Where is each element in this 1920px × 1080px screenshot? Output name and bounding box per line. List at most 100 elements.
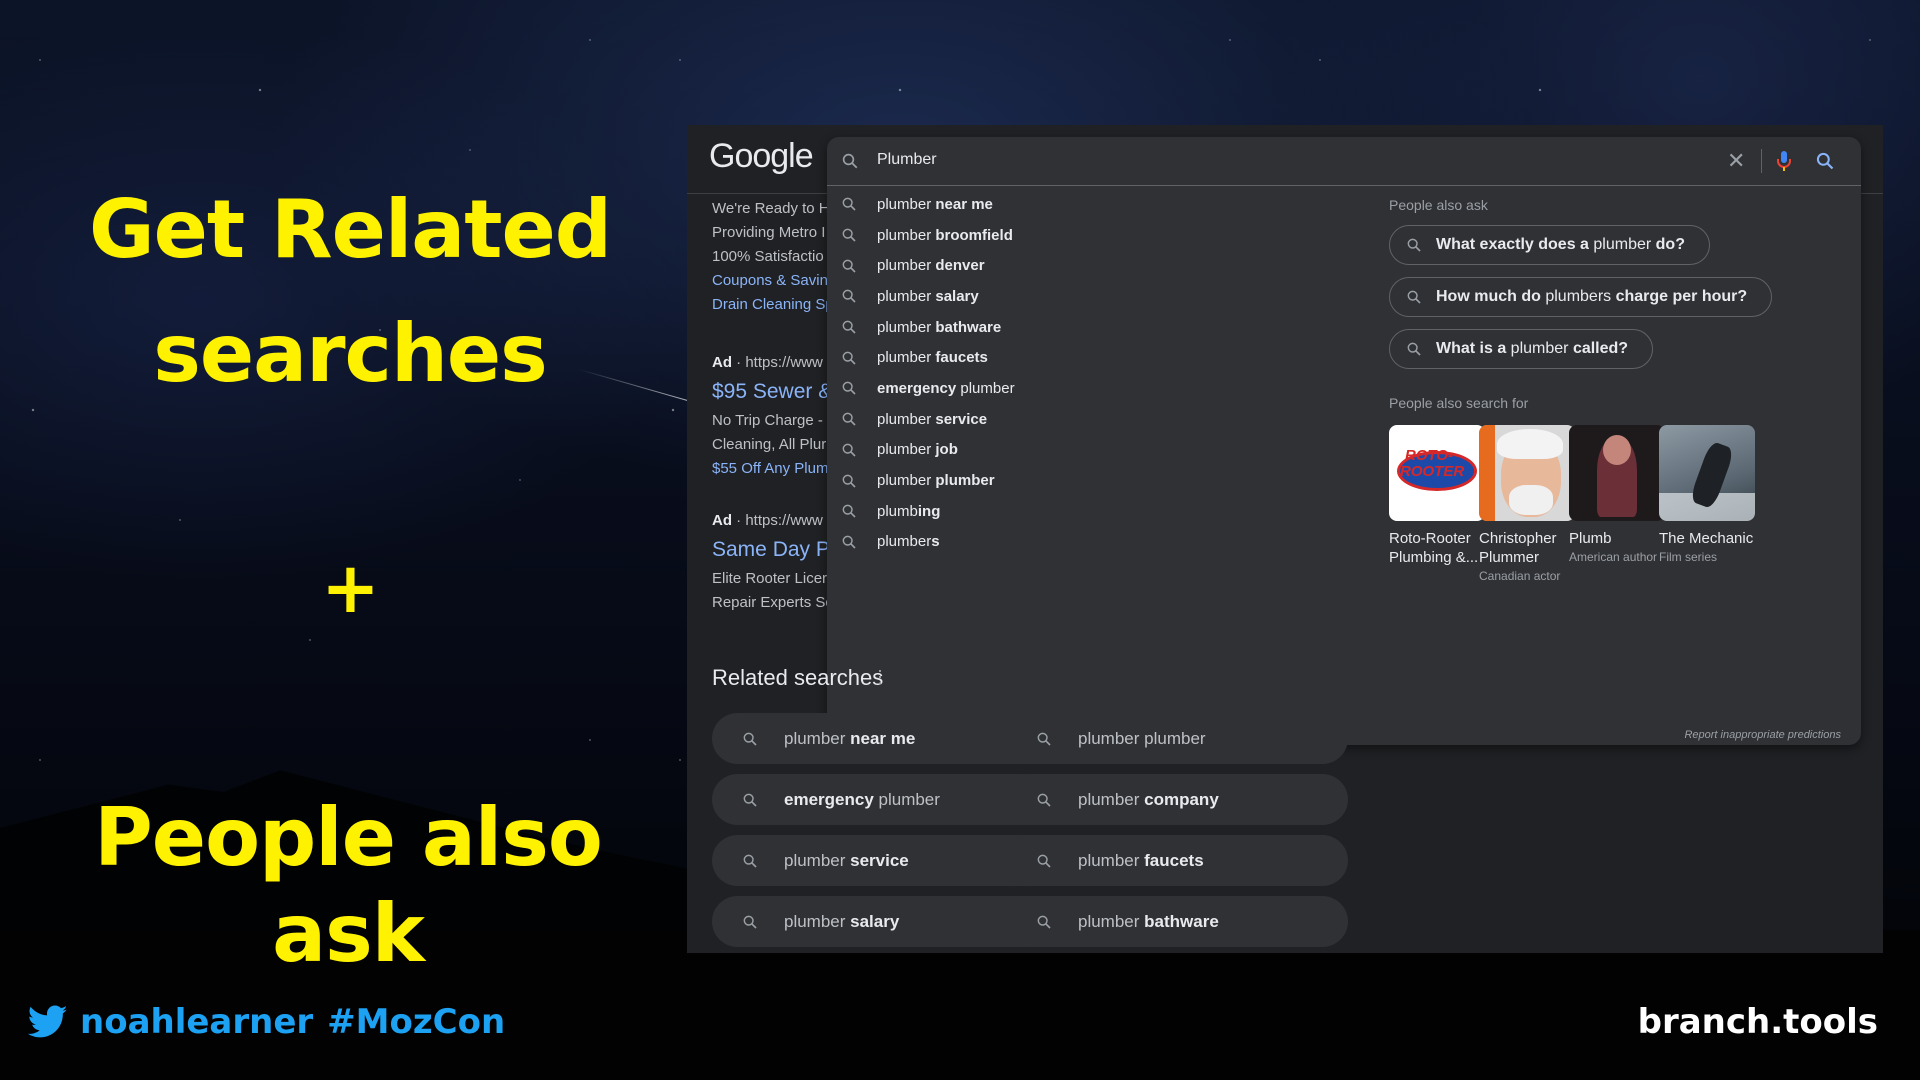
microphone-icon[interactable] — [1775, 150, 1793, 172]
paa-question-chip[interactable]: What is a plumber called? — [1389, 329, 1654, 369]
clear-icon[interactable]: ✕ — [1727, 148, 1745, 174]
ad2-url: · https://www — [732, 354, 823, 371]
suggestion-text: plumber plumber — [877, 472, 995, 490]
suggestion-item[interactable]: plumber salary — [841, 281, 1015, 312]
suggestion-text: plumbers — [877, 533, 940, 551]
suggestion-item[interactable]: plumbers — [841, 527, 1015, 558]
search-icon — [842, 320, 856, 334]
search-icon — [842, 153, 858, 169]
the-mechanic-poster — [1659, 425, 1755, 521]
related-search-pill[interactable]: plumber bathware — [1006, 896, 1348, 947]
search-icon — [842, 474, 856, 488]
suggestion-list: plumber near me plumber broomfield plumber… — [841, 189, 1015, 557]
entity-name: Christopher Plummer — [1479, 530, 1557, 566]
suggestion-text: plumber service — [877, 410, 988, 428]
entity-subtitle: American author — [1569, 550, 1658, 564]
suggestion-item[interactable]: plumbing — [841, 496, 1015, 527]
related-search-pill[interactable]: plumber company — [1006, 774, 1348, 825]
roto-rooter-logo: ROTO- ROOTER — [1389, 425, 1485, 521]
ad3-label: Ad · https://www — [712, 509, 832, 533]
search-icon — [1037, 915, 1051, 929]
related-search-text: plumber faucets — [1078, 850, 1204, 870]
headline-line-2: searches — [153, 307, 548, 400]
christopher-plummer-photo — [1479, 425, 1575, 521]
search-icon — [842, 504, 856, 518]
entity-card-the-mechanic[interactable]: The Mechanic Film series — [1659, 425, 1759, 564]
ad1-sitelink[interactable]: Drain Cleaning Sp — [712, 293, 832, 317]
suggestion-text: plumber job — [877, 441, 958, 459]
suggestion-item[interactable]: plumber job — [841, 435, 1015, 466]
ad2-line: No Trip Charge - — [712, 412, 823, 429]
suggestion-item[interactable]: plumber service — [841, 404, 1015, 435]
ad1-line: 100% Satisfactio — [712, 248, 824, 265]
related-search-text: plumber near me — [784, 728, 916, 748]
search-icon — [743, 854, 757, 868]
search-icon — [842, 535, 856, 549]
paa-question-chip[interactable]: What exactly does a plumber do? — [1389, 225, 1710, 265]
entity-card-plumb[interactable]: Plumb American author — [1569, 425, 1669, 564]
suggestion-item[interactable]: plumber near me — [841, 189, 1015, 220]
related-searches-title: Related searches — [712, 665, 884, 690]
paa-question-text: How much do plumbers charge per hour? — [1436, 288, 1748, 305]
related-search-pill[interactable]: plumber service — [712, 835, 1054, 886]
suggestion-text: plumber denver — [877, 257, 985, 275]
search-icon — [1037, 732, 1051, 746]
entity-card-roto-rooter[interactable]: ROTO- ROOTER Roto-Rooter Plumbing &... — [1389, 425, 1489, 567]
related-search-text: emergency plumber — [784, 789, 940, 809]
ad3-url: · https://www — [732, 512, 823, 529]
search-icon — [1037, 793, 1051, 807]
ad1-line: We're Ready to H — [712, 200, 830, 217]
suggestion-item[interactable]: plumber broomfield — [841, 220, 1015, 251]
headline-line-1: Get Related — [88, 183, 612, 276]
hashtag[interactable]: #MozCon — [327, 1002, 505, 1042]
related-search-text: plumber company — [1078, 789, 1219, 809]
ad2-sitelink[interactable]: $55 Off Any Plum — [712, 457, 832, 481]
search-icon — [842, 412, 856, 426]
suggestion-item[interactable]: plumber bathware — [841, 312, 1015, 343]
twitter-handle[interactable]: noahlearner — [80, 1002, 313, 1042]
search-icon — [842, 259, 856, 273]
search-box[interactable]: Plumber ✕ — [827, 137, 1861, 186]
search-icon — [1407, 342, 1421, 356]
suggestion-text: plumber faucets — [877, 349, 988, 367]
suggestion-item[interactable]: plumber plumber — [841, 465, 1015, 496]
entity-card-christopher-plummer[interactable]: Christopher Plummer Canadian actor — [1479, 425, 1579, 583]
suggestion-text: plumbing — [877, 502, 941, 520]
suggestion-item[interactable]: emergency plumber — [841, 373, 1015, 404]
ad2-title[interactable]: $95 Sewer & — [712, 375, 832, 409]
search-icon — [842, 443, 856, 457]
search-submit-icon[interactable] — [1815, 151, 1835, 171]
report-predictions-link[interactable]: Report inappropriate predictions — [1684, 729, 1841, 741]
search-icon — [842, 228, 856, 242]
paa-question-chip[interactable]: How much do plumbers charge per hour? — [1389, 277, 1773, 317]
suggestion-item[interactable]: plumber faucets — [841, 342, 1015, 373]
search-icon — [743, 793, 757, 807]
related-search-pill[interactable]: plumber plumber — [1006, 713, 1348, 764]
more-options-icon[interactable]: ⋮ — [871, 667, 889, 688]
search-icon — [1407, 290, 1421, 304]
paa-question-text: What is a plumber called? — [1436, 340, 1629, 357]
related-search-pill[interactable]: emergency plumber — [712, 774, 1054, 825]
ad3-title[interactable]: Same Day P — [712, 533, 832, 567]
google-logo[interactable]: Google — [709, 137, 814, 176]
site-url[interactable]: branch.tools — [1638, 1002, 1878, 1042]
related-search-text: plumber plumber — [1078, 728, 1206, 748]
related-search-text: plumber bathware — [1078, 911, 1219, 931]
people-also-search-title: People also search for — [1389, 395, 1529, 411]
search-icon — [842, 197, 856, 211]
ad1-sitelink[interactable]: Coupons & Savin — [712, 269, 832, 293]
entity-subtitle: Film series — [1659, 550, 1718, 564]
people-also-ask-title: People also ask — [1389, 197, 1488, 213]
suggestion-item[interactable]: plumber denver — [841, 250, 1015, 281]
search-input[interactable]: Plumber — [877, 151, 937, 169]
ad3-line: Repair Experts Sc — [712, 594, 832, 611]
plumb-photo — [1569, 425, 1665, 521]
related-search-pill[interactable]: plumber salary — [712, 896, 1054, 947]
search-icon — [842, 351, 856, 365]
related-search-pill[interactable]: plumber near me — [712, 713, 1054, 764]
google-results-panel: Google We're Ready to H Providing Metro … — [687, 125, 1883, 953]
related-search-pill[interactable]: plumber faucets — [1006, 835, 1348, 886]
ad2-label: Ad · https://www — [712, 351, 832, 375]
suggestion-text: plumber near me — [877, 195, 993, 213]
ad-results: We're Ready to H Providing Metro I 100% … — [712, 197, 832, 615]
